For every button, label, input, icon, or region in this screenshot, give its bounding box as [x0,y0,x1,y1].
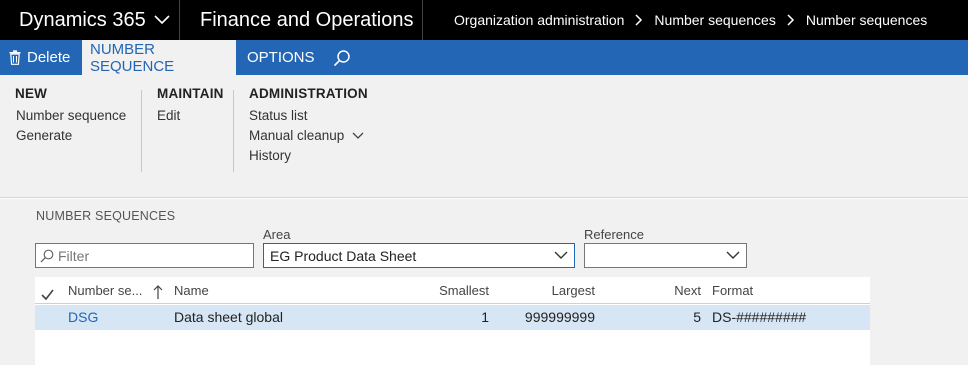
ribbon-group-new: NEW Number sequence Generate [15,75,126,146]
grid-header: Number se... Name Smallest Largest Next … [35,277,870,304]
column-header-next[interactable]: Next [607,277,701,304]
brand-label: Dynamics 365 [19,8,146,31]
column-header-largest[interactable]: Largest [501,277,595,304]
ribbon-group-title: NEW [15,86,48,101]
action-pane: Delete NUMBER SEQUENCE OPTIONS [0,40,968,75]
table-row[interactable]: DSG Data sheet global 1 999999999 5 DS-#… [35,305,870,330]
top-navigation-bar: Dynamics 365 Finance and Operations Orga… [0,0,968,40]
cell-format: DS-######### [712,309,807,325]
tab-number-sequence[interactable]: NUMBER SEQUENCE [82,40,236,75]
number-sequence-code-link[interactable]: DSG [68,305,98,330]
breadcrumb: Organization administration Number seque… [454,0,927,40]
area-label: Area [263,227,291,242]
cell-smallest: 1 [481,309,489,325]
area-value: EG Product Data Sheet [270,247,417,264]
chevron-down-icon [554,249,568,261]
sort-up-arrow-icon[interactable] [153,282,163,299]
ribbon-group-administration: ADMINISTRATION Status list Manual cleanu… [249,75,368,166]
ribbon-group-title: MAINTAIN [157,86,224,101]
ribbon-divider [141,90,142,172]
dynamics-365-menu[interactable]: Dynamics 365 [0,0,180,40]
trash-icon [9,50,21,65]
new-number-sequence-button[interactable]: Number sequence [15,106,126,126]
filter-input[interactable]: Filter [35,243,254,268]
chevron-right-icon [635,14,643,26]
area-select[interactable]: EG Product Data Sheet [263,243,575,268]
cell-name: Data sheet global [174,309,283,325]
checkmark-icon[interactable] [41,283,54,301]
column-header-name[interactable]: Name [174,277,209,304]
section-title: NUMBER SEQUENCES [36,209,176,223]
reference-select[interactable] [584,243,747,268]
history-button[interactable]: History [249,146,368,166]
chevron-down-icon [154,15,170,25]
chevron-right-icon [787,14,795,26]
chevron-down-icon [726,249,740,261]
column-header-number-sequence[interactable]: Number se... [68,277,142,304]
chevron-down-icon [352,132,364,140]
ribbon-divider [233,90,234,172]
tab-options[interactable]: OPTIONS [239,40,319,75]
search-icon [40,249,54,263]
manual-cleanup-button[interactable]: Manual cleanup [249,126,368,146]
column-header-smallest[interactable]: Smallest [395,277,489,304]
reference-label: Reference [584,227,644,242]
app-name: Finance and Operations [181,0,423,40]
filter-placeholder: Filter [58,247,90,264]
cell-next: 5 [693,309,701,325]
ribbon-group-title: ADMINISTRATION [249,86,368,101]
page-content: NUMBER SEQUENCES Filter Area EG Product … [0,199,968,365]
search-icon[interactable] [328,40,356,75]
breadcrumb-item[interactable]: Organization administration [454,12,624,28]
manual-cleanup-label: Manual cleanup [249,128,345,143]
breadcrumb-item[interactable]: Number sequences [806,12,927,28]
cell-largest: 999999999 [524,309,595,325]
ribbon-group-maintain: MAINTAIN Edit [157,75,224,126]
ribbon: NEW Number sequence Generate MAINTAIN Ed… [0,75,968,198]
column-header-format[interactable]: Format [712,277,753,304]
delete-label: Delete [27,49,71,66]
edit-button[interactable]: Edit [157,106,224,126]
app-name-label: Finance and Operations [200,8,414,31]
breadcrumb-item[interactable]: Number sequences [654,12,775,28]
delete-button[interactable]: Delete [0,40,82,75]
generate-button[interactable]: Generate [15,126,126,146]
status-list-button[interactable]: Status list [249,106,368,126]
number-sequences-grid: Number se... Name Smallest Largest Next … [35,277,870,365]
